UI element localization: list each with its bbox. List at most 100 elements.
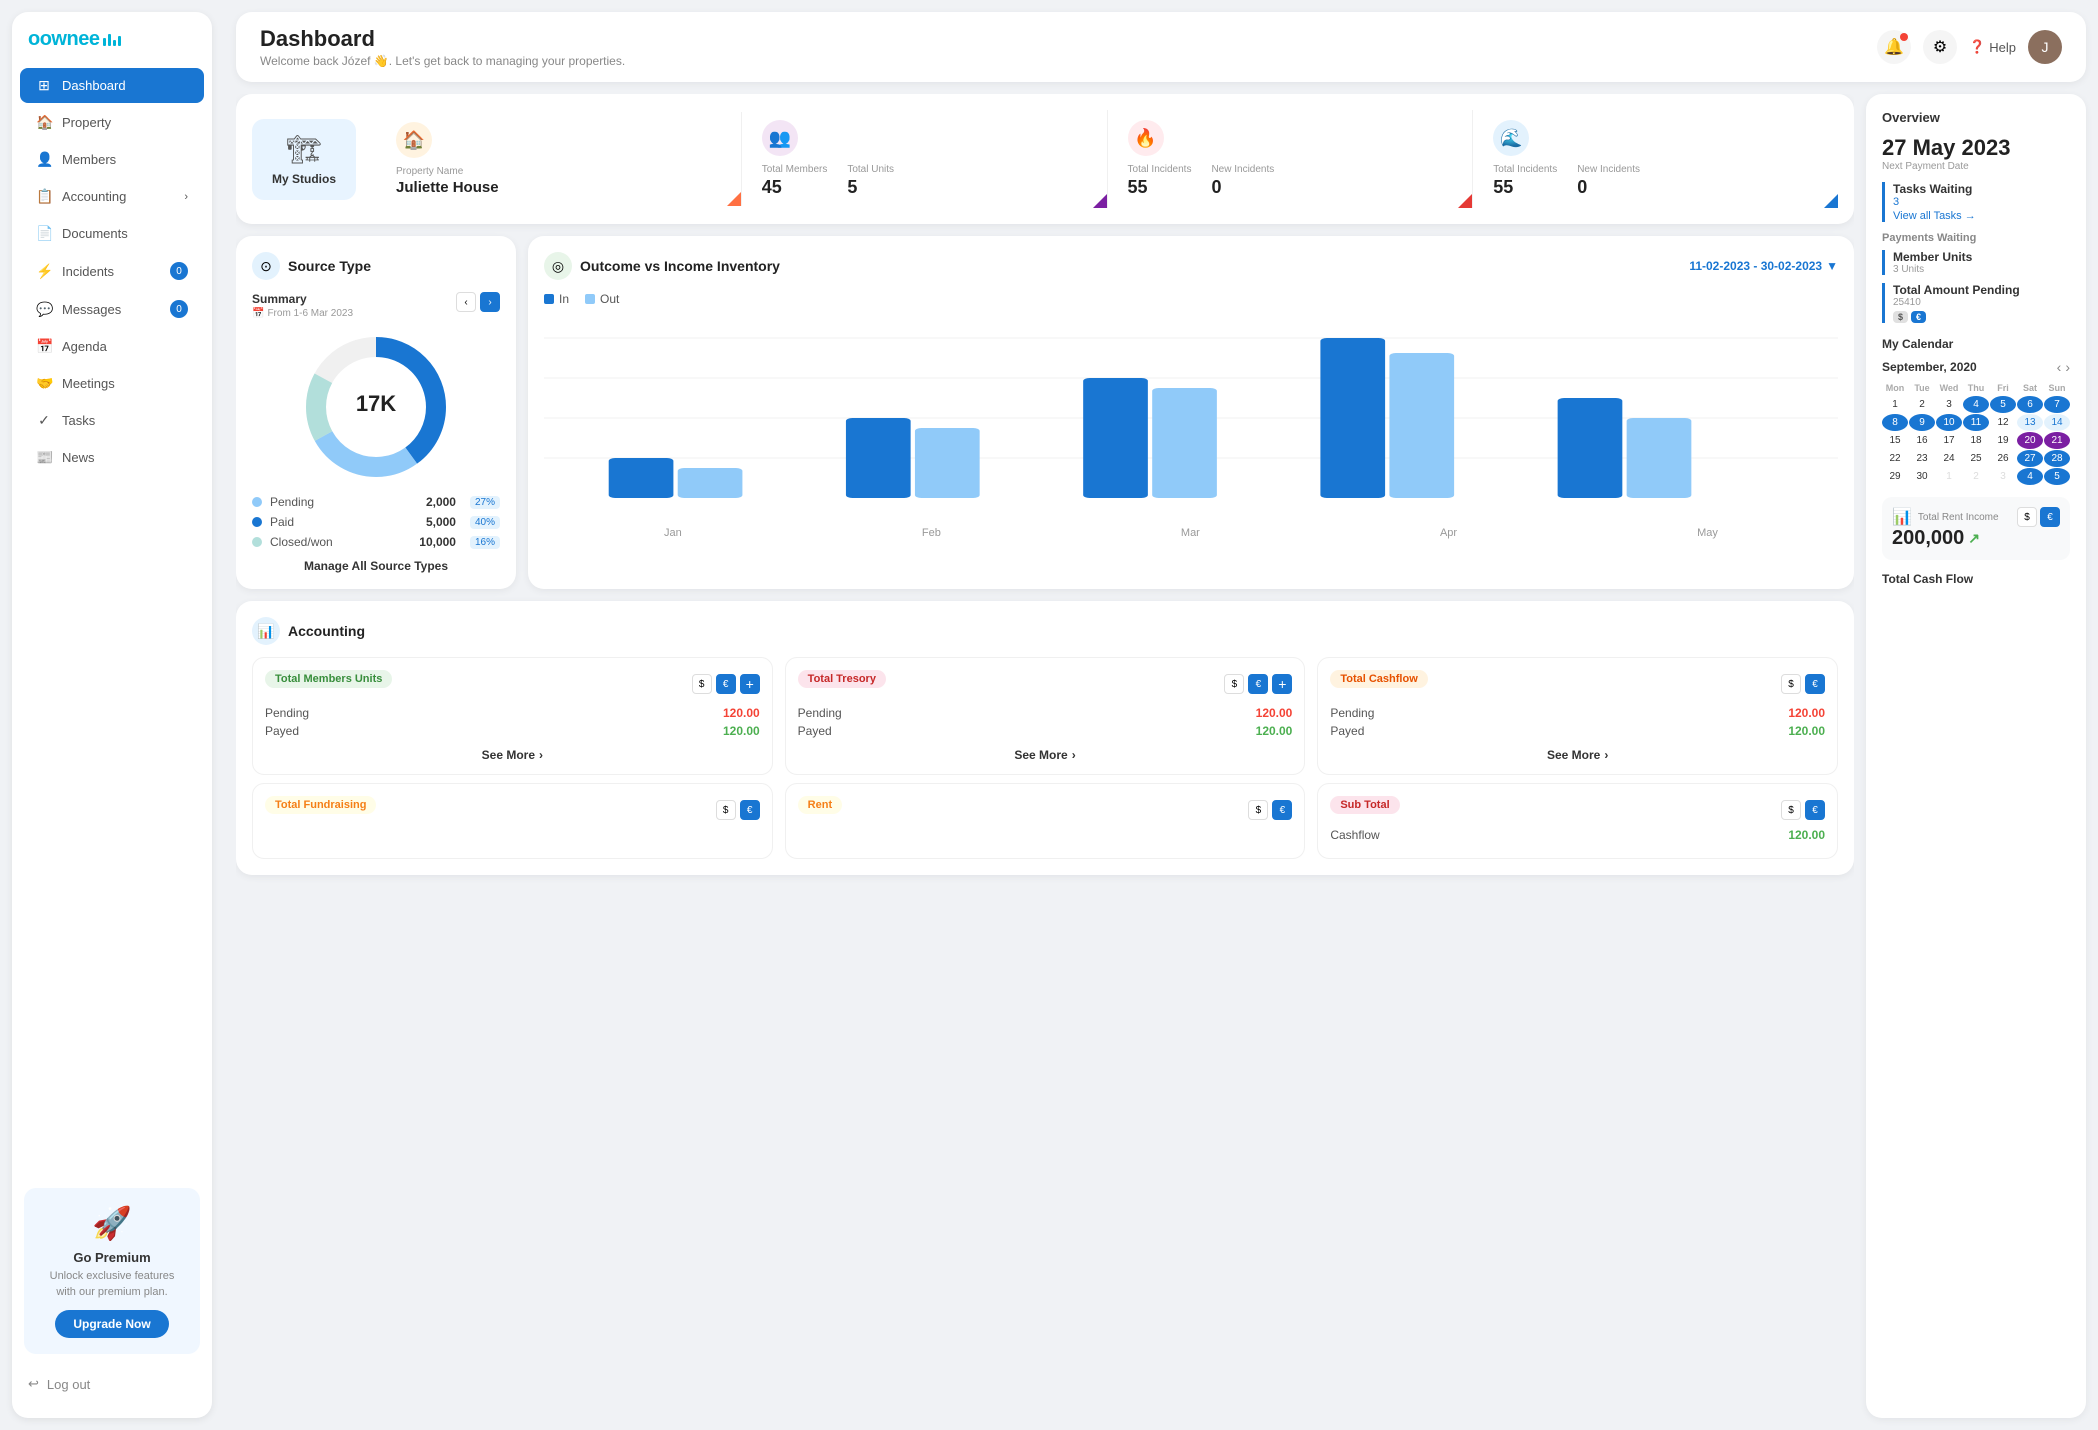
- acct-prev-5[interactable]: $: [1248, 800, 1268, 820]
- acct-payed-row-3: Payed 120.00: [1330, 724, 1825, 738]
- cal-day-next-4[interactable]: 4: [2017, 468, 2043, 485]
- date-range-selector[interactable]: 11-02-2023 - 30-02-2023 ▼: [1689, 259, 1838, 273]
- acct-prev-3[interactable]: $: [1781, 674, 1801, 694]
- notification-button[interactable]: 🔔: [1877, 30, 1911, 64]
- cal-day-10[interactable]: 10: [1936, 414, 1962, 431]
- acct-controls-4: $ €: [716, 800, 760, 820]
- acct-next-2[interactable]: €: [1248, 674, 1268, 694]
- cal-day-21[interactable]: 21: [2044, 432, 2070, 449]
- rent-euro-btn[interactable]: €: [2040, 507, 2060, 527]
- cal-prev-button[interactable]: ‹: [2057, 359, 2062, 375]
- cal-day-26[interactable]: 26: [1990, 450, 2016, 467]
- cal-day-24[interactable]: 24: [1936, 450, 1962, 467]
- cal-day-27[interactable]: 27: [2017, 450, 2043, 467]
- donut-chart: 17K: [252, 327, 500, 487]
- mar-label: Mar: [1181, 527, 1200, 539]
- cal-day-5[interactable]: 5: [1990, 396, 2016, 413]
- cal-day-15[interactable]: 15: [1882, 432, 1908, 449]
- see-more-3[interactable]: See More ›: [1330, 748, 1825, 762]
- chart-legend: In Out: [544, 292, 1838, 306]
- cal-day-next-5[interactable]: 5: [2044, 468, 2070, 485]
- acct-next-5[interactable]: €: [1272, 800, 1292, 820]
- cal-day-28[interactable]: 28: [2044, 450, 2070, 467]
- sidebar-item-news[interactable]: 📰 News: [20, 440, 204, 475]
- tasks-section: Tasks Waiting 3 View all Tasks →: [1882, 182, 2070, 222]
- paid-dot: [252, 517, 262, 527]
- view-all-tasks-button[interactable]: View all Tasks →: [1893, 210, 2070, 222]
- sidebar-item-documents[interactable]: 📄 Documents: [20, 216, 204, 251]
- cal-day-next-2[interactable]: 2: [1963, 468, 1989, 485]
- avatar[interactable]: J: [2028, 30, 2062, 64]
- sidebar-item-members[interactable]: 👤 Members: [20, 142, 204, 177]
- acct-prev-4[interactable]: $: [716, 800, 736, 820]
- acct-prev-2[interactable]: $: [1224, 674, 1244, 694]
- members-units-card[interactable]: 👥 Total Members 45 Total Units 5: [742, 110, 1108, 208]
- cal-day-1[interactable]: 1: [1882, 396, 1908, 413]
- cal-day-17[interactable]: 17: [1936, 432, 1962, 449]
- cal-day-12[interactable]: 12: [1990, 414, 2016, 431]
- sidebar-item-meetings[interactable]: 🤝 Meetings: [20, 366, 204, 401]
- sidebar-item-incidents[interactable]: ⚡ Incidents 0: [20, 253, 204, 289]
- cal-day-29[interactable]: 29: [1882, 468, 1908, 485]
- cal-day-20[interactable]: 20: [2017, 432, 2043, 449]
- acct-next-1[interactable]: €: [716, 674, 736, 694]
- cal-day-14[interactable]: 14: [2044, 414, 2070, 431]
- header: Dashboard Welcome back Józef 👋. Let's ge…: [236, 12, 2086, 82]
- cal-day-3[interactable]: 3: [1936, 396, 1962, 413]
- see-more-1[interactable]: See More ›: [265, 748, 760, 762]
- cal-day-7[interactable]: 7: [2044, 396, 2070, 413]
- cal-day-next-1[interactable]: 1: [1936, 468, 1962, 485]
- cal-day-16[interactable]: 16: [1909, 432, 1935, 449]
- cal-day-6[interactable]: 6: [2017, 396, 2043, 413]
- rent-dollar-btn[interactable]: $: [2017, 507, 2037, 527]
- chevron-down-icon: ▼: [1826, 259, 1838, 273]
- source-card-controls: ‹ ›: [456, 292, 500, 312]
- cal-day-22[interactable]: 22: [1882, 450, 1908, 467]
- outcome-icon: ◎: [544, 252, 572, 280]
- sidebar-item-property[interactable]: 🏠 Property: [20, 105, 204, 140]
- help-button[interactable]: ❓ Help: [1969, 39, 2016, 55]
- my-studios-card[interactable]: 🏗 My Studios: [252, 119, 356, 200]
- manage-all-button[interactable]: Manage All Source Types: [252, 559, 500, 573]
- cal-day-2[interactable]: 2: [1909, 396, 1935, 413]
- acct-subtotal: Sub Total $ € Cashflow 120.00: [1317, 783, 1838, 859]
- upgrade-button[interactable]: Upgrade Now: [55, 1310, 168, 1338]
- cal-day-4[interactable]: 4: [1963, 396, 1989, 413]
- cal-day-9[interactable]: 9: [1909, 414, 1935, 431]
- cal-day-11[interactable]: 11: [1963, 414, 1989, 431]
- prev-ctrl-btn[interactable]: ‹: [456, 292, 476, 312]
- sidebar-item-label: Dashboard: [62, 78, 126, 93]
- see-more-2[interactable]: See More ›: [798, 748, 1293, 762]
- acct-add-2[interactable]: +: [1272, 674, 1292, 694]
- next-ctrl-btn[interactable]: ›: [480, 292, 500, 312]
- acct-prev-1[interactable]: $: [692, 674, 712, 694]
- incidents-card[interactable]: 🔥 Total Incidents 55 New Incidents 0: [1108, 110, 1474, 208]
- acct-next-6[interactable]: €: [1805, 800, 1825, 820]
- cal-day-next-3[interactable]: 3: [1990, 468, 2016, 485]
- sidebar-item-messages[interactable]: 💬 Messages 0: [20, 291, 204, 327]
- cal-next-button[interactable]: ›: [2065, 359, 2070, 375]
- sidebar-item-tasks[interactable]: ✓ Tasks: [20, 403, 204, 438]
- sidebar-item-dashboard[interactable]: ⊞ Dashboard: [20, 68, 204, 103]
- legend-closed: Closed/won 10,000 16%: [252, 535, 500, 549]
- cal-day-30[interactable]: 30: [1909, 468, 1935, 485]
- rent-up-icon: ↗: [1968, 530, 1980, 547]
- property-name-card[interactable]: 🏠 Property Name Juliette House: [376, 112, 742, 206]
- logout-button[interactable]: ↩ Log out: [12, 1366, 212, 1402]
- cal-day-25[interactable]: 25: [1963, 450, 1989, 467]
- acct-add-1[interactable]: +: [740, 674, 760, 694]
- cal-day-23[interactable]: 23: [1909, 450, 1935, 467]
- acct-next-4[interactable]: €: [740, 800, 760, 820]
- cal-day-13[interactable]: 13: [2017, 414, 2043, 431]
- acct-prev-6[interactable]: $: [1781, 800, 1801, 820]
- cal-day-18[interactable]: 18: [1963, 432, 1989, 449]
- acct-next-3[interactable]: €: [1805, 674, 1825, 694]
- incidents-card-2[interactable]: 🌊 Total Incidents 55 New Incidents 0: [1473, 110, 1838, 208]
- cal-wed-header: Wed: [1936, 381, 1962, 395]
- cal-day-19[interactable]: 19: [1990, 432, 2016, 449]
- sidebar-item-agenda[interactable]: 📅 Agenda: [20, 329, 204, 364]
- settings-button[interactable]: ⚙: [1923, 30, 1957, 64]
- cal-day-8[interactable]: 8: [1882, 414, 1908, 431]
- overview-date: 27 May 2023: [1882, 135, 2070, 161]
- sidebar-item-accounting[interactable]: 📋 Accounting ›: [20, 179, 204, 214]
